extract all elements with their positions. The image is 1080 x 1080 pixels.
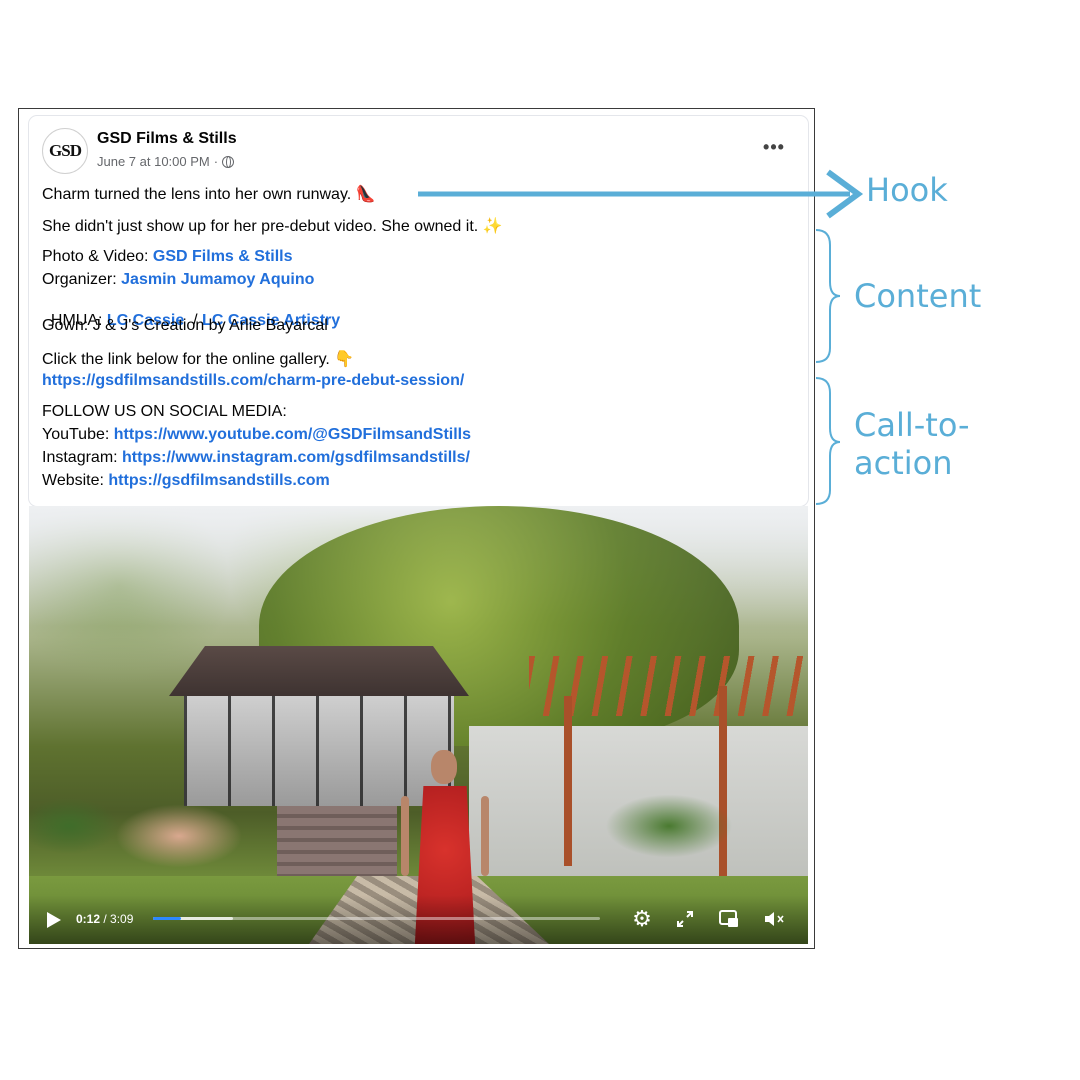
- video-time: 0:12 / 3:09: [76, 912, 133, 926]
- follow-heading: FOLLOW US ON SOCIAL MEDIA:: [42, 403, 287, 420]
- current-time: 0:12: [76, 912, 101, 926]
- credit-organizer: Organizer: Jasmin Jumamoy Aquino: [42, 271, 314, 289]
- total-time: / 3:09: [103, 912, 134, 926]
- instagram-link[interactable]: https://www.instagram.com/gsdfilmsandsti…: [122, 449, 470, 466]
- social-label: Instagram:: [42, 449, 123, 466]
- credit-label: Organizer:: [42, 271, 122, 288]
- social-website: Website: https://gsdfilmsandstills.com: [42, 472, 330, 490]
- video-player[interactable]: [29, 506, 808, 944]
- pip-icon[interactable]: [716, 906, 742, 932]
- video-shrubs: [29, 786, 808, 876]
- gallery-text: Click the link below for the online gall…: [42, 351, 355, 368]
- video-pavilion-roof: [169, 646, 469, 696]
- credit-link-gsd[interactable]: GSD Films & Stills: [153, 248, 293, 265]
- mute-icon[interactable]: [762, 906, 788, 932]
- date-separator: ·: [213, 154, 219, 169]
- social-label: YouTube:: [42, 426, 114, 443]
- social-instagram: Instagram: https://www.instagram.com/gsd…: [42, 449, 470, 467]
- gallery-link[interactable]: https://gsdfilmsandstills.com/charm-pre-…: [42, 372, 464, 390]
- video-person-arm: [401, 796, 409, 876]
- avatar-logo: GSD: [49, 141, 82, 160]
- credit-gown: Gown: J & J's Creation by Arlie Bayarcal: [42, 317, 328, 334]
- annotation-content: Content: [854, 277, 982, 315]
- globe-icon: [222, 155, 235, 168]
- credit-label: Photo & Video:: [42, 248, 153, 265]
- hook-text: Charm turned the lens into her own runwa…: [42, 186, 376, 203]
- content-brace: [815, 229, 841, 363]
- gear-icon[interactable]: ⚙: [629, 906, 655, 932]
- credit-photo-video: Photo & Video: GSD Films & Stills: [42, 248, 293, 266]
- annotation-cta-line2: action: [854, 444, 953, 482]
- video-progress-bar[interactable]: [153, 917, 600, 920]
- social-label: Website:: [42, 472, 109, 489]
- annotation-call-to-action: Call-to- action: [854, 406, 970, 482]
- post-timestamp[interactable]: June 7 at 10:00 PM ·: [97, 154, 235, 169]
- annotation-hook: Hook: [866, 171, 948, 209]
- website-link[interactable]: https://gsdfilmsandstills.com: [108, 472, 329, 489]
- progress-fill: [153, 917, 182, 920]
- play-icon[interactable]: [47, 912, 61, 928]
- hook-arrow-head: [826, 169, 864, 219]
- video-person-arm: [481, 796, 489, 876]
- post-date-text: June 7 at 10:00 PM: [97, 154, 210, 169]
- annotation-cta-line1: Call-to-: [854, 406, 970, 444]
- video-person-head: [431, 750, 457, 784]
- intro-text: She didn't just show up for her pre-debu…: [42, 218, 503, 235]
- more-options-icon[interactable]: •••: [760, 138, 788, 162]
- page-name-link[interactable]: GSD Films & Stills: [97, 130, 237, 148]
- credit-link-organizer[interactable]: Jasmin Jumamoy Aquino: [121, 271, 314, 288]
- expand-icon[interactable]: [672, 906, 698, 932]
- social-youtube: YouTube: https://www.youtube.com/@GSDFil…: [42, 426, 471, 444]
- cta-brace: [815, 377, 841, 505]
- youtube-link[interactable]: https://www.youtube.com/@GSDFilmsandStil…: [114, 426, 471, 443]
- page-avatar[interactable]: GSD: [42, 128, 88, 174]
